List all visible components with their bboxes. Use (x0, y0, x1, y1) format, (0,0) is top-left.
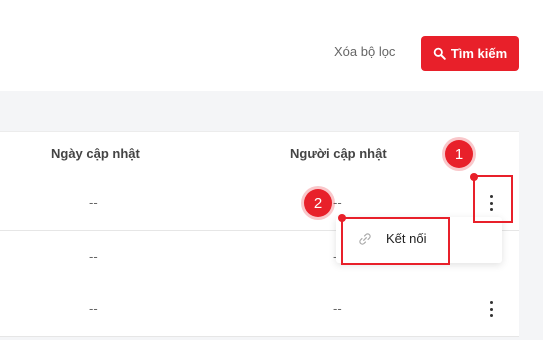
cell-updated-by: -- (333, 301, 342, 316)
step-1-badge: 1 (445, 140, 473, 168)
filter-bar: Xóa bộ lọc Tìm kiếm (0, 0, 543, 91)
row-actions-menu-icon[interactable] (485, 301, 497, 317)
highlight-box-connect (341, 217, 450, 265)
search-button[interactable]: Tìm kiếm (421, 36, 519, 71)
search-button-label: Tìm kiếm (450, 46, 508, 61)
search-icon (433, 47, 446, 60)
cell-updated-date: -- (89, 249, 98, 264)
table-row: -- -- (0, 283, 519, 337)
highlight-box-actions (473, 175, 513, 223)
cell-updated-date: -- (89, 195, 98, 210)
column-header-updated-date: Ngày cập nhật (51, 146, 140, 161)
table-header: Ngày cập nhật Người cập nhật (0, 131, 519, 178)
column-header-updated-by: Người cập nhật (290, 146, 387, 161)
callout-pointer-dot (470, 173, 478, 181)
clear-filter-button[interactable]: Xóa bộ lọc (334, 44, 395, 59)
callout-pointer-dot (338, 214, 346, 222)
cell-updated-date: -- (89, 301, 98, 316)
step-2-badge: 2 (304, 189, 332, 217)
cell-updated-by: -- (333, 195, 342, 210)
